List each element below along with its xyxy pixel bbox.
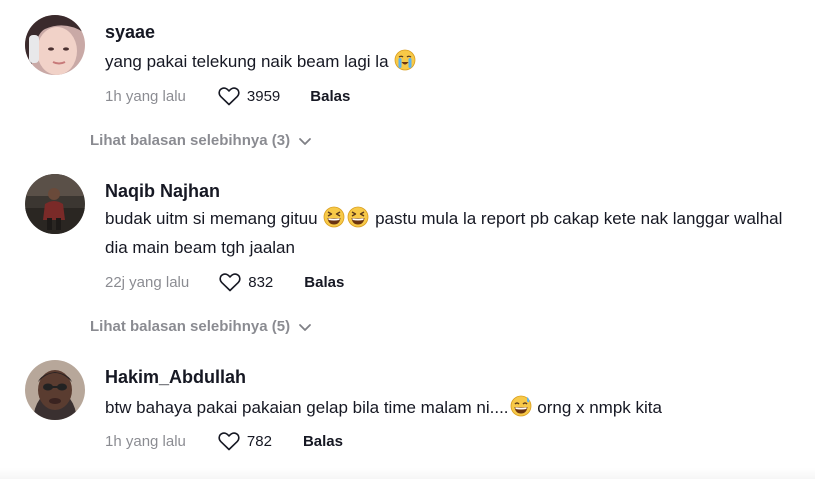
chevron-down-icon [299, 323, 311, 331]
view-more-replies[interactable]: Lihat balasan selebihnya (5) [90, 318, 312, 335]
like-button[interactable]: 782 [218, 431, 272, 451]
like-button[interactable]: 832 [219, 272, 273, 292]
comment-item: Hakim_Abdullah btw bahaya pakai pakaian … [0, 340, 815, 470]
avatar[interactable] [25, 15, 85, 75]
heart-outline-icon[interactable] [219, 272, 241, 292]
comment-text-part: yang pakai telekung naik beam lagi la [105, 52, 389, 71]
comment-text-part: orng x nmpk kita [537, 398, 662, 417]
comment-text: yang pakai telekung naik beam lagi la [105, 47, 785, 76]
comment-text: budak uitm si memang gituu pastu mula la… [105, 204, 785, 262]
comment-meta: 1h yang lalu 782 Balas [105, 430, 343, 452]
chevron-down-icon [299, 137, 311, 145]
loudly-crying-face-icon [394, 49, 416, 71]
comment-text-part: budak uitm si memang gituu [105, 209, 318, 228]
timestamp: 1h yang lalu [105, 87, 186, 105]
username[interactable]: Hakim_Abdullah [105, 367, 246, 388]
timestamp: 1h yang lalu [105, 432, 186, 450]
grinning-face-with-sweat-icon [510, 395, 531, 417]
heart-outline-icon[interactable] [218, 431, 240, 451]
comment-meta: 1h yang lalu 3959 Balas [105, 85, 350, 107]
view-more-replies[interactable]: Lihat balasan selebihnya (3) [90, 132, 312, 149]
timestamp: 22j yang lalu [105, 273, 190, 291]
avatar[interactable] [25, 174, 85, 234]
comment-item: Naqib Najhan budak uitm si memang gituu … [0, 160, 815, 340]
view-more-replies-label: Lihat balasan selebihnya (5) [90, 318, 291, 335]
like-count: 3959 [246, 87, 281, 105]
reply-button[interactable]: Balas [310, 88, 350, 105]
avatar[interactable] [25, 360, 85, 420]
like-button[interactable]: 3959 [218, 86, 280, 106]
comment-text-part: btw bahaya pakai pakaian gelap bila time… [105, 398, 509, 417]
list-bottom-edge [0, 468, 815, 479]
grinning-squinting-face-icon [323, 206, 345, 228]
comment-text: btw bahaya pakai pakaian gelap bila time… [105, 393, 785, 422]
reply-button[interactable]: Balas [304, 274, 344, 291]
comment-meta: 22j yang lalu 832 Balas [105, 271, 344, 293]
like-count: 782 [246, 432, 272, 450]
view-more-replies-label: Lihat balasan selebihnya (3) [90, 132, 291, 149]
heart-outline-icon[interactable] [218, 86, 240, 106]
like-count: 832 [248, 273, 274, 291]
comment-item: syaae yang pakai telekung naik beam lagi… [0, 0, 815, 160]
grinning-squinting-face-icon [347, 206, 369, 228]
username[interactable]: Naqib Najhan [105, 181, 220, 202]
username[interactable]: syaae [105, 22, 155, 43]
reply-button[interactable]: Balas [303, 433, 343, 450]
